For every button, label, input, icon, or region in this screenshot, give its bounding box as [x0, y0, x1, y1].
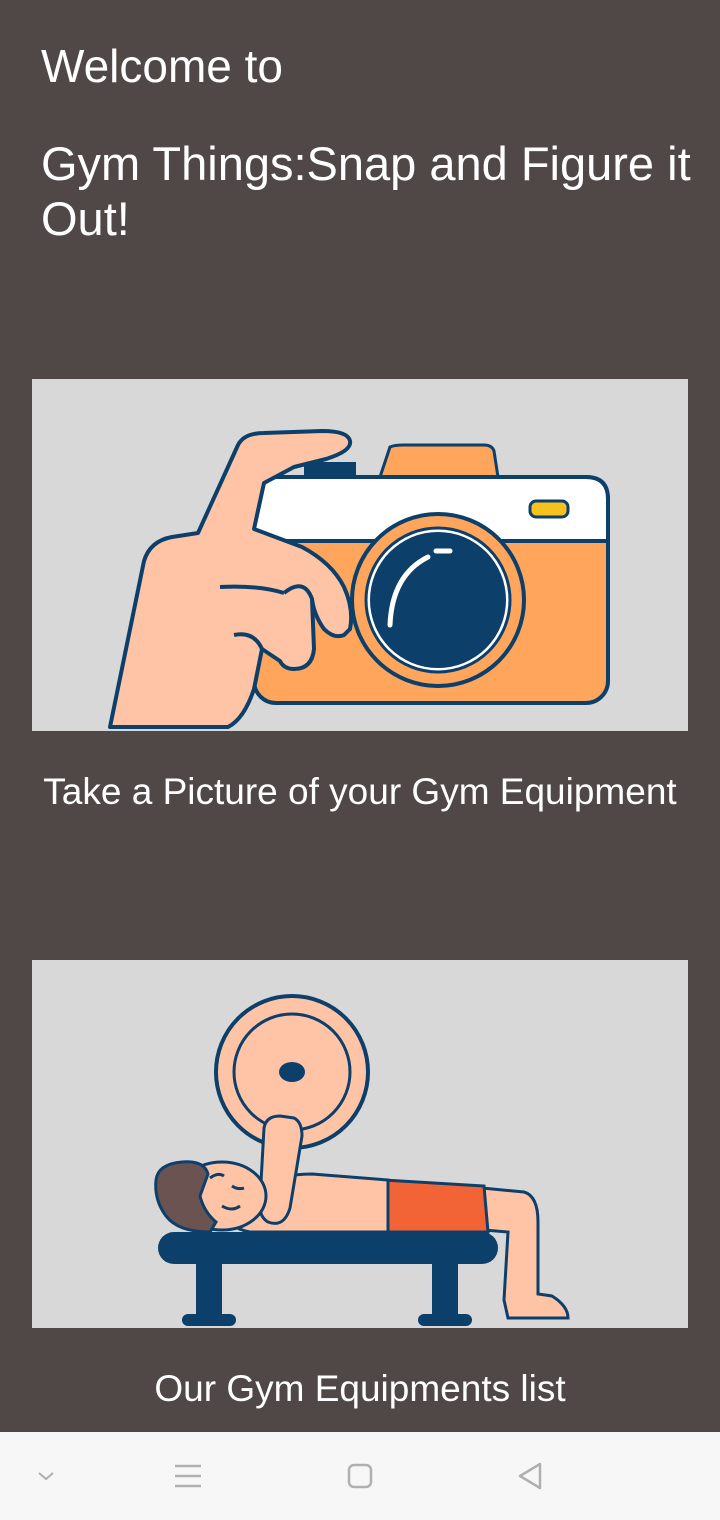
app-title: Gym Things:Snap and Figure it Out! [41, 137, 691, 245]
take-picture-image-button[interactable] [32, 379, 688, 731]
home-screen: Welcome to Gym Things:Snap and Figure it… [0, 0, 720, 1520]
system-navigation-bar [0, 1432, 720, 1520]
back-triangle-icon[interactable] [490, 1432, 570, 1520]
take-picture-caption[interactable]: Take a Picture of your Gym Equipment [0, 769, 720, 815]
equipment-list-image-button[interactable] [32, 960, 688, 1328]
equipment-list-caption[interactable]: Our Gym Equipments list [0, 1366, 720, 1412]
menu-icon[interactable] [148, 1432, 228, 1520]
welcome-text: Welcome to [41, 40, 284, 92]
home-square-icon[interactable] [320, 1432, 400, 1520]
chevron-down-icon[interactable] [6, 1432, 86, 1520]
hand-camera-illustration [108, 429, 610, 729]
bench-press-illustration [154, 994, 570, 1326]
